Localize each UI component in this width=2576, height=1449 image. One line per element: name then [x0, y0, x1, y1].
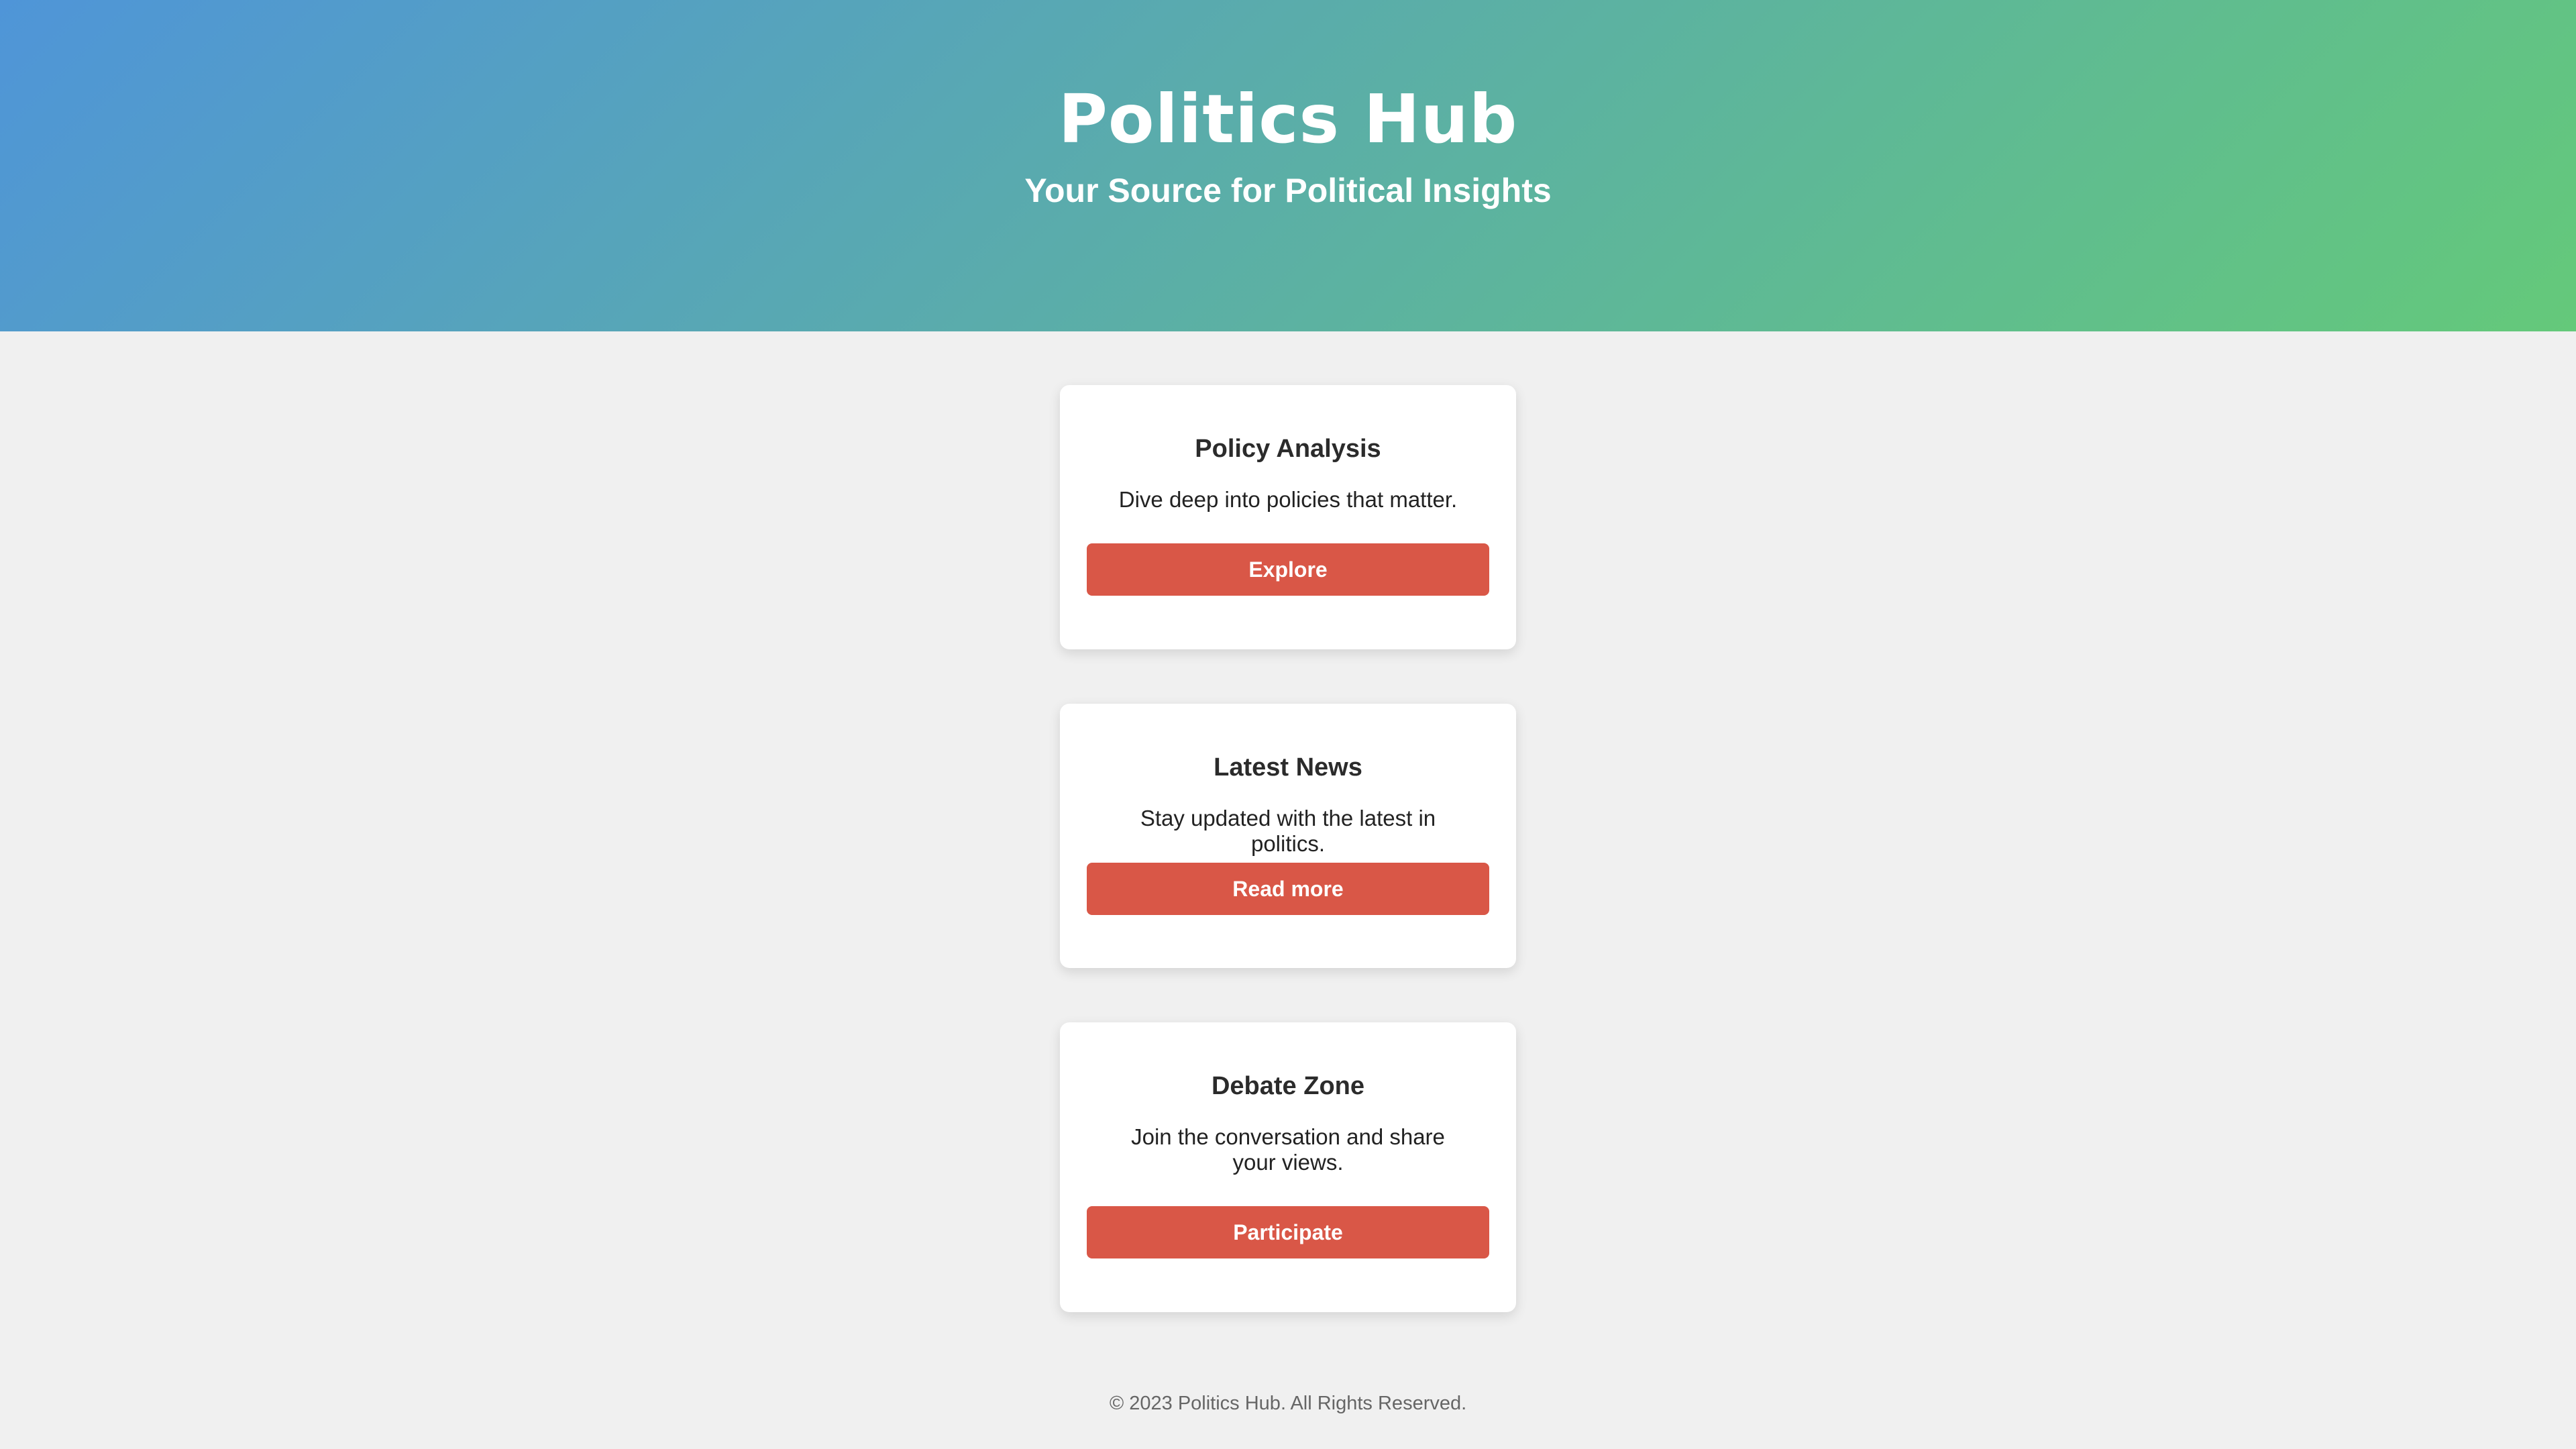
card-debate-zone: Debate Zone Join the conversation and sh… [1060, 1022, 1516, 1312]
card-description: Stay updated with the latest in politics… [1140, 806, 1436, 856]
card-description: Join the conversation and share your vie… [1131, 1124, 1445, 1175]
card-title: Debate Zone [1211, 1072, 1365, 1100]
card-description: Dive deep into policies that matter. [1118, 487, 1458, 512]
site-title: Politics Hub [1058, 80, 1518, 158]
card-title: Latest News [1214, 753, 1362, 782]
site-footer: © 2023 Politics Hub. All Rights Reserved… [1109, 1393, 1467, 1414]
card-latest-news: Latest News Stay updated with the latest… [1060, 704, 1516, 968]
read-more-button[interactable]: Read more [1087, 863, 1489, 915]
card-title: Policy Analysis [1195, 435, 1381, 463]
site-header: Politics Hub Your Source for Political I… [0, 0, 2576, 331]
participate-button[interactable]: Participate [1087, 1206, 1489, 1258]
card-policy-analysis: Policy Analysis Dive deep into policies … [1060, 385, 1516, 649]
explore-button[interactable]: Explore [1087, 543, 1489, 596]
site-tagline: Your Source for Political Insights [1024, 172, 1552, 209]
